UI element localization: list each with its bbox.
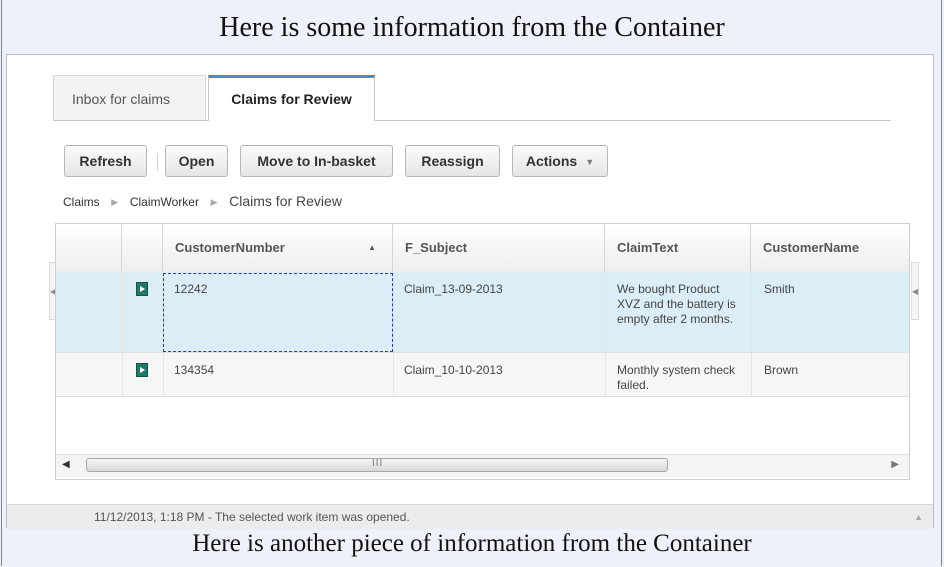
- cell-customername: Brown: [764, 363, 799, 377]
- header-label: ClaimText: [617, 240, 679, 255]
- breadcrumb-item-claimworker[interactable]: ClaimWorker: [130, 195, 199, 209]
- expand-up-icon[interactable]: ▲: [914, 512, 923, 522]
- header-select-column[interactable]: [56, 224, 122, 272]
- status-bar: 11/12/2013, 1:18 PM - The selected work …: [7, 504, 933, 529]
- breadcrumb: Claims ▶ ClaimWorker ▶ Claims for Review: [63, 193, 342, 209]
- scroll-right-arrow-icon[interactable]: ▶: [891, 459, 899, 470]
- header-claimtext[interactable]: ClaimText: [605, 224, 751, 272]
- breadcrumb-item-claims[interactable]: Claims: [63, 195, 100, 209]
- cell-customername: Smith: [764, 282, 795, 296]
- actions-dropdown-button[interactable]: Actions ▼: [512, 145, 608, 177]
- cell-f-subject: Claim_10-10-2013: [404, 363, 503, 377]
- cell-focus-outline: [163, 273, 393, 352]
- scrollbar-grip: III: [372, 458, 384, 469]
- move-to-inbasket-button[interactable]: Move to In-basket: [240, 145, 393, 177]
- cell-f-subject: Claim_13-09-2013: [404, 282, 503, 296]
- breadcrumb-chevron-icon: ▶: [111, 197, 119, 208]
- header-icon-column: [122, 224, 163, 272]
- work-items-grid: CustomerNumber ▲ F_Subject ClaimText Cus…: [55, 223, 910, 480]
- tab-inbox-for-claims[interactable]: Inbox for claims: [53, 75, 206, 121]
- table-row[interactable]: 134354 Claim_10-10-2013 Monthly system c…: [56, 353, 909, 397]
- scrollbar-thumb[interactable]: III: [86, 458, 668, 472]
- sort-ascending-icon: ▲: [368, 243, 376, 252]
- header-customernumber[interactable]: CustomerNumber ▲: [163, 224, 393, 272]
- cell-customernumber: 134354: [174, 363, 215, 377]
- header-customername[interactable]: CustomerName: [751, 224, 909, 272]
- breadcrumb-chevron-icon: ▶: [210, 197, 218, 208]
- status-message: 11/12/2013, 1:18 PM - The selected work …: [94, 510, 410, 524]
- header-label: CustomerNumber: [175, 240, 285, 255]
- workitem-icon: [136, 363, 148, 377]
- toolbar-separator: [157, 153, 158, 171]
- header-label: CustomerName: [763, 240, 860, 255]
- container-info-bottom: Here is another piece of information fro…: [192, 530, 752, 557]
- grid-scroll-right-icon[interactable]: ◀: [911, 262, 919, 320]
- header-label: F_Subject: [405, 240, 468, 255]
- workitem-icon: [136, 282, 148, 296]
- grid-header: CustomerNumber ▲ F_Subject ClaimText Cus…: [56, 224, 909, 273]
- cell-claimtext: We bought Product XVZ and the battery is…: [617, 282, 736, 326]
- cell-claimtext: Monthly system check failed.: [617, 363, 736, 392]
- scroll-left-arrow-icon[interactable]: ◀: [62, 459, 70, 470]
- refresh-button[interactable]: Refresh: [64, 145, 147, 177]
- actions-label: Actions: [525, 153, 578, 169]
- chevron-down-icon: ▼: [585, 157, 595, 168]
- tab-claims-for-review[interactable]: Claims for Review: [208, 75, 375, 121]
- tab-divider: [53, 120, 891, 121]
- open-button[interactable]: Open: [165, 145, 228, 177]
- reassign-button[interactable]: Reassign: [405, 145, 500, 177]
- header-f-subject[interactable]: F_Subject: [393, 224, 605, 272]
- container-info-top: Here is some information from the Contai…: [219, 12, 725, 43]
- horizontal-scrollbar[interactable]: ◀ III ▶: [56, 454, 909, 477]
- breadcrumb-item-current: Claims for Review: [229, 193, 342, 209]
